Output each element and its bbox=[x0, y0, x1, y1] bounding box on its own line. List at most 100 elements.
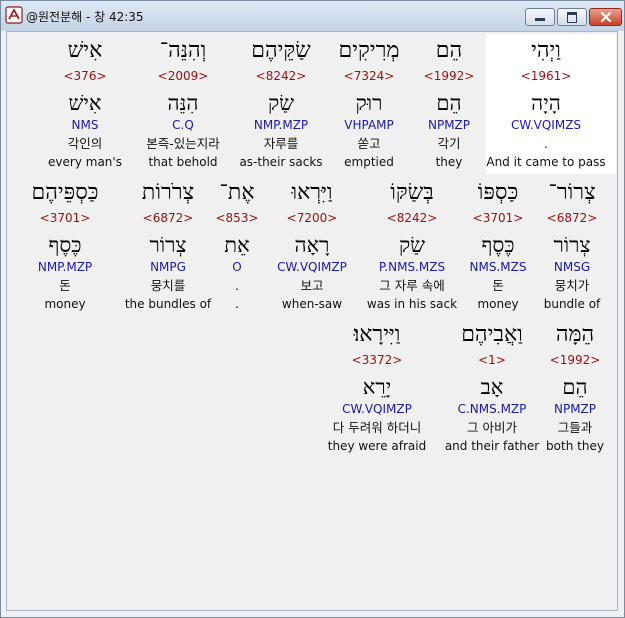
english-gloss: . bbox=[235, 297, 239, 311]
korean-gloss: 보고 bbox=[300, 278, 324, 293]
lexical-form: שַׂק bbox=[398, 233, 426, 257]
lexical-form: רָאָה bbox=[294, 233, 330, 257]
hebrew-word: הֵם bbox=[435, 38, 463, 63]
english-gloss: every man's bbox=[48, 155, 122, 169]
korean-gloss: 자루를 bbox=[263, 136, 299, 151]
hebrew-word: אִישׁ bbox=[67, 38, 103, 63]
parsing-code: NPMZP bbox=[553, 402, 597, 416]
parsing-code: O bbox=[232, 260, 242, 274]
korean-gloss: 본즉-있는지라 bbox=[146, 136, 220, 151]
korean-gloss: . bbox=[235, 278, 239, 293]
strong-number: <3701> bbox=[472, 211, 524, 225]
korean-gloss: 각인의 bbox=[67, 136, 103, 151]
lexical-form: הֵם bbox=[562, 375, 588, 399]
english-gloss: money bbox=[44, 297, 86, 311]
hebrew-word: צְרֹרוֹת bbox=[141, 180, 195, 205]
parsing-code: NMS bbox=[71, 118, 99, 132]
lexical-form: צְרוֹר bbox=[149, 233, 187, 257]
parsing-code: P.NMS.MZS bbox=[378, 260, 446, 274]
korean-gloss: 돈 bbox=[59, 278, 71, 293]
hebrew-word: וַיְהִי bbox=[531, 38, 561, 63]
app-window: @원전분해 - 창 42:35 וַיְהִי <1961> הָיָה CW.VQI… bbox=[0, 0, 625, 618]
app-logo-icon[interactable] bbox=[5, 6, 23, 24]
parsing-code: NMP.MZP bbox=[37, 260, 93, 274]
english-gloss: money bbox=[477, 297, 519, 311]
lexical-form: כֶּסֶף bbox=[48, 233, 82, 257]
minimize-button[interactable] bbox=[525, 8, 555, 26]
strong-number: <1> bbox=[478, 353, 506, 367]
parsing-code: VHPAMP bbox=[344, 118, 394, 132]
english-gloss: bundle of bbox=[543, 297, 601, 311]
english-gloss: as-their sacks bbox=[239, 155, 323, 169]
korean-gloss: 각기 bbox=[437, 136, 461, 151]
lexical-form: יָרֵא bbox=[362, 375, 392, 399]
strong-number: <3701> bbox=[39, 211, 91, 225]
strong-number: <3372> bbox=[351, 353, 403, 367]
lexical-form: הָיָה bbox=[531, 91, 561, 115]
hebrew-word: בְּשַׂקּוֹ bbox=[390, 180, 434, 205]
lexical-form: אִישׁ bbox=[68, 91, 102, 115]
interlinear-panel: וַיְהִי <1961> הָיָה CW.VQIMZS. And it came … bbox=[6, 31, 618, 611]
parsing-code: CW.VQIMZS bbox=[510, 118, 582, 132]
lexical-form: אָב bbox=[480, 375, 504, 399]
close-icon bbox=[600, 12, 612, 22]
parsing-code: C.NMS.MZP bbox=[457, 402, 527, 416]
strong-number: <7200> bbox=[286, 211, 338, 225]
english-gloss: And it came to pass bbox=[486, 155, 606, 169]
hebrew-word: אֶת־ bbox=[219, 180, 255, 205]
english-gloss: was in his sack bbox=[366, 297, 458, 311]
parsing-code: NMSG bbox=[553, 260, 591, 274]
strong-number: <6872> bbox=[546, 211, 598, 225]
korean-gloss: 뭉치가 bbox=[554, 278, 590, 293]
hebrew-word: וַאֲבִיהֶם bbox=[461, 322, 523, 347]
korean-gloss: . bbox=[544, 136, 548, 151]
english-gloss: the bundles of bbox=[124, 297, 212, 311]
korean-gloss: 쏟고 bbox=[357, 136, 381, 151]
maximize-button[interactable] bbox=[557, 8, 587, 26]
lexical-form: הִנֵּה bbox=[167, 91, 199, 115]
title-bar[interactable]: @원전분해 - 창 42:35 bbox=[1, 1, 624, 31]
hebrew-word: מְרִיקִים bbox=[338, 38, 400, 63]
maximize-icon bbox=[567, 12, 577, 23]
strong-number: <7324> bbox=[343, 69, 395, 83]
strong-number: <1992> bbox=[423, 69, 475, 83]
strong-number: <2009> bbox=[157, 69, 209, 83]
korean-gloss: 그들과 bbox=[557, 420, 593, 435]
parsing-code: C.Q bbox=[172, 118, 194, 132]
hebrew-word: וַיִּירָאוּ׃ bbox=[353, 322, 401, 347]
hebrew-word: כַּסְפֵּיהֶם bbox=[31, 180, 99, 205]
english-gloss: and their father bbox=[444, 439, 540, 453]
english-gloss: emptied bbox=[344, 155, 394, 169]
parsing-code: NMP.MZP bbox=[253, 118, 309, 132]
hebrew-word: כַּסְפּוֹ bbox=[477, 180, 519, 205]
strong-number: <1992> bbox=[549, 353, 601, 367]
english-gloss: both they bbox=[546, 439, 604, 453]
lexical-form: כֶּסֶף bbox=[481, 233, 515, 257]
window-title: @원전분해 - 창 42:35 bbox=[26, 10, 144, 24]
lexical-form: אֵת bbox=[224, 233, 250, 257]
parsing-code: CW.VQIMZP bbox=[277, 260, 347, 274]
lexical-form: רוּק bbox=[355, 91, 383, 115]
parsing-code: NMPG bbox=[150, 260, 186, 274]
hebrew-word: צְרוֹר־ bbox=[548, 180, 596, 205]
strong-number: <376> bbox=[63, 69, 107, 83]
strong-number: <853> bbox=[215, 211, 259, 225]
close-button[interactable] bbox=[589, 8, 622, 26]
strong-number: <8242> bbox=[386, 211, 438, 225]
english-gloss: they were afraid bbox=[327, 439, 427, 453]
hebrew-word: שַׂקֵּיהֶם bbox=[251, 38, 311, 63]
korean-gloss: 그 자루 속에 bbox=[379, 278, 445, 293]
korean-gloss: 다 두려워 하더니 bbox=[332, 420, 422, 435]
parsing-code: NPMZP bbox=[427, 118, 471, 132]
english-gloss: that behold bbox=[148, 155, 218, 169]
korean-gloss: 뭉치를 bbox=[150, 278, 186, 293]
strong-number: <8242> bbox=[255, 69, 307, 83]
strong-number: <6872> bbox=[142, 211, 194, 225]
hebrew-word: וְהִנֵּה־ bbox=[159, 38, 207, 63]
lexical-form: שַׂק bbox=[267, 91, 295, 115]
lexical-form: הֵם bbox=[436, 91, 462, 115]
parsing-code: NMS.MZS bbox=[469, 260, 527, 274]
lexical-form: צְרוֹר bbox=[553, 233, 591, 257]
strong-number: <1961> bbox=[520, 69, 572, 83]
english-gloss: they bbox=[435, 155, 463, 169]
